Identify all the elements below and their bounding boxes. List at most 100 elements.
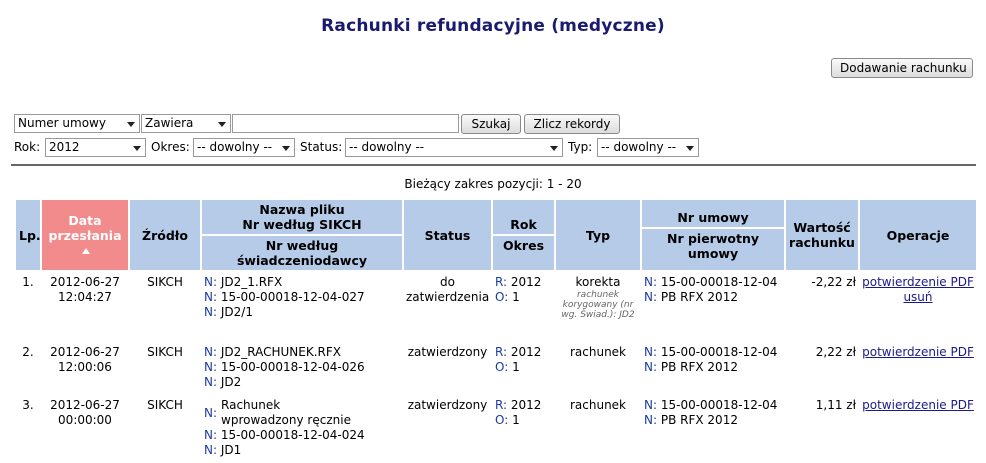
- status-select[interactable]: -- dowolny --: [345, 138, 563, 157]
- row-type-note: rachunek korygowany (nr wg. Świad.): JD2: [561, 290, 635, 320]
- col-header-contract-label: Nr umowy: [677, 209, 749, 225]
- row-operations: potwierdzenie PDF: [860, 395, 976, 461]
- search-input[interactable]: [232, 114, 459, 133]
- row-period: 1: [512, 290, 520, 304]
- row-contract: N: 15-00-00018-12-04 N: PB RFX 2012: [642, 272, 784, 340]
- row-contract-nr: 15-00-00018-12-04: [660, 398, 778, 412]
- prefix-n: N:: [644, 413, 658, 427]
- prefix-n: N:: [204, 345, 218, 359]
- row-contract: N: 15-00-00018-12-04 N: PB RFX 2012: [642, 395, 784, 461]
- row-value: 1,11 zł: [786, 395, 858, 461]
- row-source: SIKCH: [130, 272, 200, 340]
- chevron-down-icon: [218, 122, 226, 127]
- prefix-n: N:: [644, 345, 658, 359]
- divider: [11, 164, 976, 166]
- prefix-n: N:: [644, 275, 658, 289]
- row-contract-nr: 15-00-00018-12-04: [660, 345, 778, 359]
- col-header-nr-provider: Nr według świadczeniodawcy: [202, 234, 402, 268]
- prefix-n: N:: [204, 375, 218, 389]
- row-operations: potwierdzenie PDF usuń: [860, 272, 976, 340]
- row-original-contract: PB RFX 2012: [660, 360, 738, 374]
- row-type: rachunek: [556, 342, 640, 393]
- col-header-original-contract: Nr pierwotny umowy: [642, 226, 784, 261]
- row-lp: 2.: [16, 342, 40, 393]
- chevron-down-icon: [550, 146, 558, 151]
- search-field-value: Numer umowy: [18, 116, 106, 130]
- row-nr-sikch: 15-00-00018-12-04-026: [220, 360, 365, 374]
- period-select[interactable]: -- dowolny --: [193, 138, 295, 157]
- col-header-file-label: Nazwa pliku: [259, 202, 345, 217]
- row-original-contract: PB RFX 2012: [660, 290, 738, 304]
- prefix-n: N:: [204, 290, 218, 304]
- row-year: 2012: [510, 345, 542, 359]
- row-original-contract: PB RFX 2012: [660, 413, 738, 427]
- delete-link[interactable]: usuń: [903, 290, 932, 304]
- col-header-period: Okres: [493, 234, 554, 253]
- row-status: do zatwierdzenia: [404, 272, 491, 340]
- year-select[interactable]: 2012: [45, 138, 146, 157]
- col-header-date[interactable]: Data przesłania: [42, 200, 128, 270]
- row-period: 1: [512, 360, 520, 374]
- year-select-value: 2012: [49, 140, 80, 154]
- range-info: Bieżący zakres pozycji: 1 - 20: [404, 177, 582, 191]
- row-nr-provider: JD2: [220, 375, 242, 389]
- search-operator-select[interactable]: Zawiera: [141, 114, 231, 133]
- search-button[interactable]: Szukaj: [461, 114, 521, 134]
- col-header-year-period: Rok Okres: [493, 200, 554, 270]
- status-select-value: -- dowolny --: [349, 140, 425, 154]
- row-nr-provider: JD2/1: [220, 305, 253, 319]
- row-value: -2,22 zł: [786, 272, 858, 340]
- search-field-select[interactable]: Numer umowy: [14, 114, 140, 133]
- prefix-n: N:: [644, 290, 658, 304]
- status-label: Status:: [300, 140, 343, 154]
- row-type: rachunek: [556, 395, 640, 461]
- row-nr-sikch: 15-00-00018-12-04-027: [220, 290, 365, 304]
- prefix-n: N:: [644, 398, 658, 412]
- row-file: N: JD2_1.RFX N: 15-00-00018-12-04-027 N:…: [202, 272, 402, 340]
- invoices-table: Lp. Data przesłania Źródło Nazwa pliku N…: [14, 198, 978, 463]
- row-year-period: R: 2012 O: 1: [493, 395, 554, 461]
- row-year: 2012: [510, 275, 542, 289]
- chevron-down-icon: [127, 122, 135, 127]
- prefix-n: N:: [204, 405, 218, 420]
- col-header-value: Wartość rachunku: [786, 200, 858, 270]
- prefix-n: N:: [204, 443, 218, 457]
- chevron-down-icon: [686, 146, 694, 151]
- row-type-label: korekta: [575, 275, 621, 289]
- pdf-confirmation-link[interactable]: potwierdzenie PDF: [862, 275, 974, 289]
- prefix-o: O:: [495, 360, 509, 374]
- row-date-day: 2012-06-27: [50, 345, 120, 359]
- row-year: 2012: [510, 398, 542, 412]
- col-header-operations: Operacje: [860, 200, 976, 270]
- row-date: 2012-06-27 12:00:06: [42, 342, 128, 393]
- prefix-n: N:: [204, 305, 218, 319]
- prefix-r: R:: [495, 275, 508, 289]
- col-header-nr-sikch: Nr według SIKCH: [242, 217, 362, 232]
- pdf-confirmation-link[interactable]: potwierdzenie PDF: [862, 398, 974, 412]
- type-select[interactable]: -- dowolny --: [597, 138, 699, 157]
- row-date: 2012-06-27 12:04:27: [42, 272, 128, 340]
- add-invoice-button[interactable]: Dodawanie rachunku: [831, 58, 973, 78]
- row-date: 2012-06-27 00:00:00: [42, 395, 128, 461]
- row-file-name: JD2_1.RFX: [220, 275, 283, 289]
- sort-asc-icon: [82, 247, 90, 254]
- pdf-confirmation-link[interactable]: potwierdzenie PDF: [862, 345, 974, 359]
- search-operator-value: Zawiera: [145, 116, 194, 130]
- prefix-n: N:: [204, 275, 218, 289]
- prefix-o: O:: [495, 290, 509, 304]
- row-date-day: 2012-06-27: [50, 398, 120, 412]
- col-header-contract: Nr umowy Nr pierwotny umowy: [642, 200, 784, 270]
- table-row: 3. 2012-06-27 00:00:00 SIKCH N: Rachunek …: [16, 395, 976, 461]
- row-source: SIKCH: [130, 395, 200, 461]
- prefix-n: N:: [204, 428, 218, 442]
- row-type: korekta rachunek korygowany (nr wg. Świad…: [556, 272, 640, 340]
- prefix-n: N:: [204, 360, 218, 374]
- row-value: 2,22 zł: [786, 342, 858, 393]
- chevron-down-icon: [282, 146, 290, 151]
- prefix-o: O:: [495, 413, 509, 427]
- count-records-button[interactable]: Zlicz rekordy: [524, 114, 620, 134]
- col-header-source: Źródło: [130, 200, 200, 270]
- row-file: N: JD2_RACHUNEK.RFX N: 15-00-00018-12-04…: [202, 342, 402, 393]
- row-status: zatwierdzony: [404, 342, 491, 393]
- row-nr-provider: JD1: [220, 443, 242, 457]
